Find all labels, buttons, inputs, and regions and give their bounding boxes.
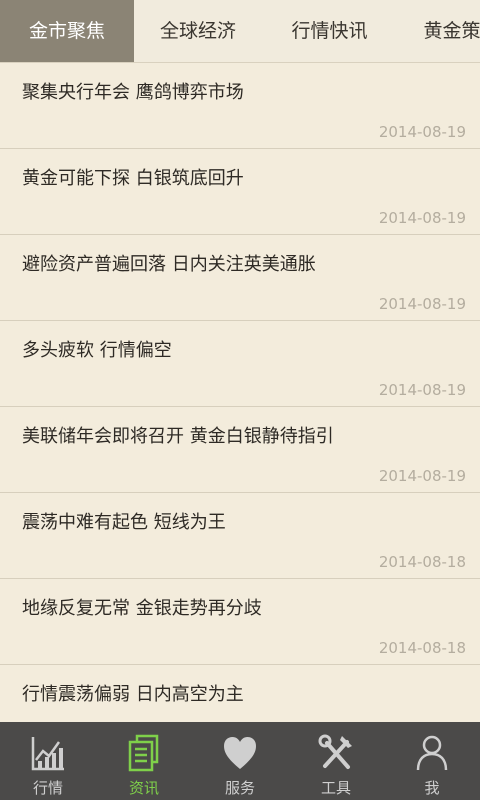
nav-news[interactable]: 资讯 xyxy=(96,722,192,800)
news-title: 多头疲软 行情偏空 xyxy=(22,340,172,361)
news-list-item[interactable]: 聚集央行年会 鹰鸽博弈市场 2014-08-19 xyxy=(0,63,480,149)
nav-service[interactable]: 服务 xyxy=(192,722,288,800)
news-list-item[interactable]: 避险资产普遍回落 日内关注英美通胀 2014-08-19 xyxy=(0,235,480,321)
nav-me[interactable]: 我 xyxy=(384,722,480,800)
news-title: 美联储年会即将召开 黄金白银静待指引 xyxy=(22,426,334,447)
nav-news-label: 资讯 xyxy=(128,779,159,797)
news-date: 2014-08-19 xyxy=(378,209,466,227)
nav-market[interactable]: 行情 xyxy=(0,722,96,800)
nav-market-label: 行情 xyxy=(32,779,63,797)
news-date: 2014-08-19 xyxy=(378,123,466,141)
news-title: 地缘反复无常 金银走势再分歧 xyxy=(22,598,262,619)
documents-icon xyxy=(128,734,159,772)
news-title: 避险资产普遍回落 日内关注英美通胀 xyxy=(22,254,316,275)
news-list-item[interactable]: 震荡中难有起色 短线为王 2014-08-18 xyxy=(0,493,480,579)
tab-market-flash[interactable]: 行情快讯 xyxy=(262,0,397,62)
news-list: 聚集央行年会 鹰鸽博弈市场 2014-08-19 黄金可能下探 白银筑底回升 2… xyxy=(0,63,480,723)
news-title: 黄金可能下探 白银筑底回升 xyxy=(22,168,244,189)
news-title: 聚集央行年会 鹰鸽博弈市场 xyxy=(22,82,244,103)
tab-gold-market-focus[interactable]: 金市聚焦 xyxy=(0,0,134,62)
news-list-item[interactable]: 黄金可能下探 白银筑底回升 2014-08-19 xyxy=(0,149,480,235)
news-title: 震荡中难有起色 短线为王 xyxy=(22,512,226,533)
tools-icon xyxy=(318,734,352,769)
news-list-item[interactable]: 行情震荡偏弱 日内高空为主 xyxy=(0,665,480,723)
tab-gold-strategy[interactable]: 黄金策 xyxy=(397,0,480,62)
news-list-item[interactable]: 地缘反复无常 金银走势再分歧 2014-08-18 xyxy=(0,579,480,665)
news-title: 行情震荡偏弱 日内高空为主 xyxy=(22,684,244,705)
heart-icon xyxy=(224,737,256,769)
nav-tools[interactable]: 工具 xyxy=(288,722,384,800)
news-date: 2014-08-18 xyxy=(378,553,466,571)
nav-service-label: 服务 xyxy=(224,779,255,797)
nav-tools-label: 工具 xyxy=(320,779,351,797)
chart-icon xyxy=(31,737,64,771)
news-date: 2014-08-19 xyxy=(378,295,466,313)
category-tab-bar: 金市聚焦 全球经济 行情快讯 黄金策 xyxy=(0,0,480,63)
user-icon xyxy=(416,735,448,771)
tab-global-economy[interactable]: 全球经济 xyxy=(134,0,262,62)
news-date: 2014-08-19 xyxy=(378,467,466,485)
news-list-item[interactable]: 多头疲软 行情偏空 2014-08-19 xyxy=(0,321,480,407)
news-date: 2014-08-19 xyxy=(378,381,466,399)
news-date: 2014-08-18 xyxy=(378,639,466,657)
nav-me-label: 我 xyxy=(424,779,440,797)
news-list-item[interactable]: 美联储年会即将召开 黄金白银静待指引 2014-08-19 xyxy=(0,407,480,493)
bottom-navigation: 行情 资讯 服务 工具 我 xyxy=(0,722,480,800)
